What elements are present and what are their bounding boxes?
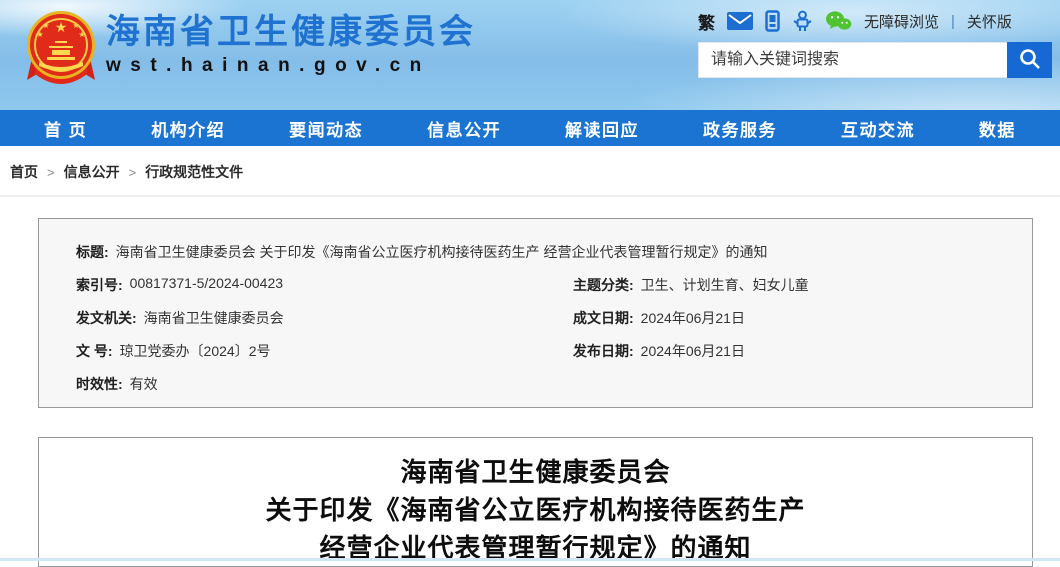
search-input[interactable] [698,42,1007,78]
site-search [698,42,1052,78]
document-meta-table: 标题: 海南省卫生健康委员会 关于印发《海南省公立医疗机构接待医药生产 经营企业… [38,218,1033,408]
meta-cell-topic-category: 主题分类: 卫生、计划生育、妇女儿童 [573,275,1032,295]
meta-label: 主题分类: [573,275,634,295]
meta-label: 发布日期: [573,341,634,361]
breadcrumb-separator: > [47,165,55,180]
care-version-link[interactable]: 关怀版 [967,11,1012,32]
nav-item-home[interactable]: 首 页 [44,116,87,141]
nav-item-info-disclosure[interactable]: 信息公开 [427,116,501,141]
svg-text:★: ★ [55,19,68,35]
nav-item-data[interactable]: 数据 [979,116,1016,141]
meta-cell-written-date: 成文日期: 2024年06月21日 [573,308,1032,328]
quicklinks-divider: | [951,13,955,30]
header-divider-line [0,195,1060,197]
nav-item-interaction[interactable]: 互动交流 [841,116,915,141]
document-title-line: 关于印发《海南省公立医疗机构接待医药生产 [39,491,1032,529]
meta-cell-issuing-agency: 发文机关: 海南省卫生健康委员会 [39,308,573,328]
site-name: 海南省卫生健康委员会 [106,12,476,52]
breadcrumb-separator: > [129,165,137,180]
document-title-line: 海南省卫生健康委员会 [39,453,1032,491]
meta-value: 卫生、计划生育、妇女儿童 [641,275,809,295]
meta-value: 海南省卫生健康委员会 [144,308,284,328]
meta-value: 00817371-5/2024-00423 [130,275,283,291]
accessibility-browse-link[interactable]: 无障碍浏览 [864,11,939,32]
site-logo[interactable]: ★ ★ ★ ★ ★ 海南省卫生健康委员会 wst.hainan.gov.cn [25,8,476,95]
robot-client-icon[interactable] [792,10,813,32]
meta-label: 发文机关: [76,308,137,328]
meta-value: 2024年06月21日 [641,308,745,328]
meta-value: 2024年06月21日 [641,341,745,361]
meta-label: 索引号: [76,275,123,295]
meta-value-title: 海南省卫生健康委员会 关于印发《海南省公立医疗机构接待医药生产 经营企业代表管理… [116,242,768,275]
meta-value: 有效 [130,374,158,394]
national-emblem-icon: ★ ★ ★ ★ ★ [25,8,97,95]
traditional-chinese-toggle[interactable]: 繁 [698,9,715,34]
breadcrumb: 首页 > 信息公开 > 行政规范性文件 [10,162,243,182]
meta-row: 发文机关: 海南省卫生健康委员会 成文日期: 2024年06月21日 [39,308,1032,341]
main-nav: 首 页 机构介绍 要闻动态 信息公开 解读回应 政务服务 互动交流 数据 [0,110,1060,146]
search-button[interactable] [1007,42,1052,78]
meta-cell-index-number: 索引号: 00817371-5/2024-00423 [39,275,573,295]
document-title-line: 经营企业代表管理暂行规定》的通知 [39,529,1032,567]
wechat-icon[interactable] [825,10,852,32]
nav-item-gov-services[interactable]: 政务服务 [703,116,777,141]
meta-row: 文 号: 琼卫党委办〔2024〕2号 发布日期: 2024年06月21日 [39,341,1032,374]
mobile-phone-icon[interactable] [765,10,780,32]
document-body: 海南省卫生健康委员会 关于印发《海南省公立医疗机构接待医药生产 经营企业代表管理… [38,437,1033,567]
nav-item-about[interactable]: 机构介绍 [151,116,225,141]
mail-icon[interactable] [727,12,753,30]
meta-row: 时效性: 有效 [39,374,1032,407]
meta-cell-publish-date: 发布日期: 2024年06月21日 [573,341,1032,361]
meta-label-title: 标题: [76,242,109,275]
breadcrumb-item-home[interactable]: 首页 [10,162,38,182]
meta-row-title: 标题: 海南省卫生健康委员会 关于印发《海南省公立医疗机构接待医药生产 经营企业… [39,242,1032,275]
svg-text:★: ★ [78,30,85,39]
page: ★ ★ ★ ★ ★ 海南省卫生健康委员会 wst.hainan.gov.cn 繁 [0,0,1060,561]
nav-item-news[interactable]: 要闻动态 [289,116,363,141]
meta-cell-validity: 时效性: 有效 [39,374,573,394]
nav-item-interpretation[interactable]: 解读回应 [565,116,639,141]
site-url: wst.hainan.gov.cn [106,55,476,77]
breadcrumb-item-current: 行政规范性文件 [145,162,243,182]
meta-value: 琼卫党委办〔2024〕2号 [120,341,271,361]
breadcrumb-item-info-disclosure[interactable]: 信息公开 [64,162,120,182]
meta-label: 时效性: [76,374,123,394]
meta-cell-document-number: 文 号: 琼卫党委办〔2024〕2号 [39,341,573,361]
meta-row: 索引号: 00817371-5/2024-00423 主题分类: 卫生、计划生育… [39,275,1032,308]
meta-label: 成文日期: [573,308,634,328]
quick-links: 繁 无障碍浏览 | 关怀版 [698,9,1012,33]
svg-text:★: ★ [72,21,79,30]
svg-text:★: ★ [36,30,43,39]
search-icon [1018,47,1042,74]
meta-label: 文 号: [76,341,113,361]
brand-text: 海南省卫生健康委员会 wst.hainan.gov.cn [106,8,476,77]
svg-text:★: ★ [42,21,49,30]
site-header: ★ ★ ★ ★ ★ 海南省卫生健康委员会 wst.hainan.gov.cn 繁 [0,0,1060,110]
